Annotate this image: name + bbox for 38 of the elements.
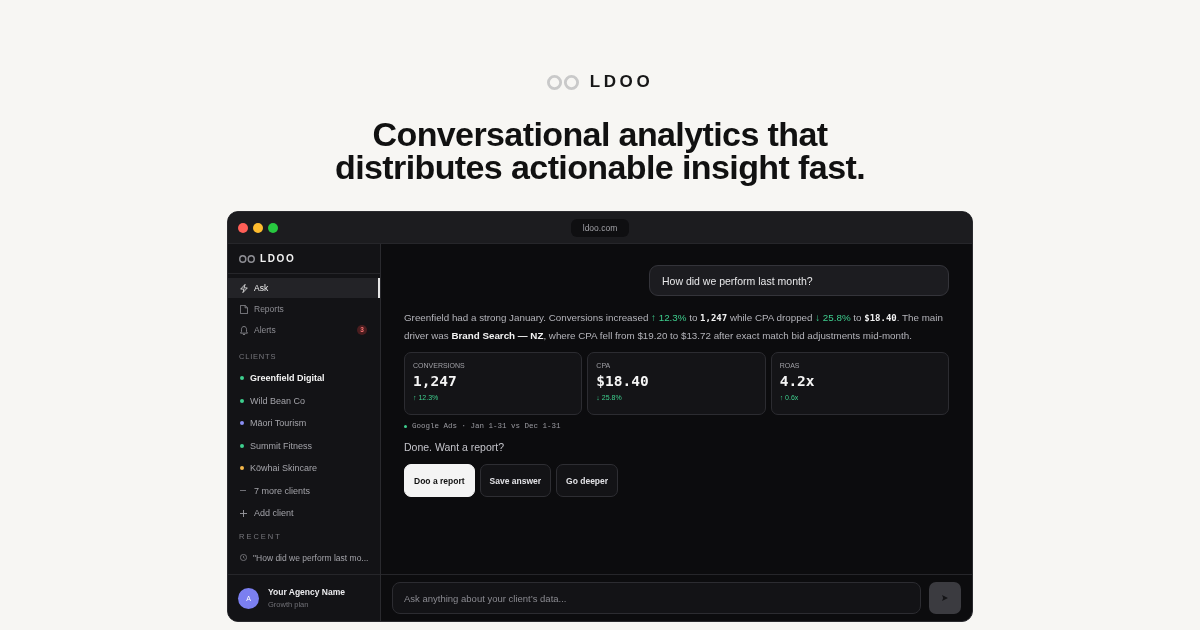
- followup-text: Done. Want a report?: [404, 441, 505, 454]
- account-name: Your Agency Name: [268, 587, 345, 597]
- metric-value: 4.2x: [779, 373, 815, 389]
- headline: Conversational analytics that distributes actionable insight fast.: [333, 118, 866, 184]
- recent-query-item[interactable]: "How did we perform last mo...: [228, 546, 380, 569]
- address-bar[interactable]: ldoo.com: [570, 218, 630, 237]
- metric-value: 1,247: [413, 373, 457, 389]
- message-input[interactable]: Ask anything about your client’s data...: [392, 582, 921, 614]
- clock-icon: [240, 554, 247, 562]
- client-item[interactable]: Kōwhai Skincare: [228, 457, 380, 480]
- send-icon: [942, 595, 948, 601]
- suggestion-button[interactable]: Doo a report: [404, 464, 475, 497]
- window-control-icon[interactable]: [268, 222, 278, 233]
- dot-icon: [404, 425, 407, 428]
- bell-icon: [240, 325, 248, 335]
- document-icon: [240, 304, 248, 314]
- client-item[interactable]: Summit Fitness: [228, 434, 380, 457]
- dash-icon: [240, 490, 246, 492]
- client-item[interactable]: Greenfield Digital: [228, 367, 380, 390]
- rings-logo-icon: [239, 254, 255, 263]
- plus-icon: [240, 509, 247, 517]
- suggestion-button[interactable]: Go deeper: [556, 464, 619, 497]
- nav-item[interactable]: Reports: [228, 299, 380, 319]
- metric-value: $18.40: [596, 373, 649, 389]
- rings-logo-icon: [546, 74, 579, 90]
- wordmark: LDOO: [589, 72, 654, 92]
- user-message: How did we perform last month?: [649, 265, 949, 296]
- bolt-icon: [240, 283, 248, 293]
- nav-item[interactable]: Ask: [228, 278, 380, 298]
- client-item[interactable]: Wild Bean Co: [228, 389, 380, 412]
- suggestion-button[interactable]: Save answer: [479, 464, 552, 497]
- window-control-icon[interactable]: [253, 222, 263, 233]
- wordmark: LDOO: [260, 253, 296, 264]
- client-item[interactable]: Māori Tourism: [228, 412, 380, 435]
- add-client-button[interactable]: Add client: [228, 502, 380, 525]
- answer-text: Greenfield had a strong January. Conversions increased ↑ 12.3% to 1,247 while CPA dropped ↓ 25.8% to $18.40. The main driver was Brand Search — NZ, where CPA fell from $19.20 to $13.72 after exact match bid adjustments mid-month.: [404, 311, 944, 343]
- more-clients-link[interactable]: 7 more clients: [228, 479, 380, 502]
- window-control-icon[interactable]: [238, 222, 248, 233]
